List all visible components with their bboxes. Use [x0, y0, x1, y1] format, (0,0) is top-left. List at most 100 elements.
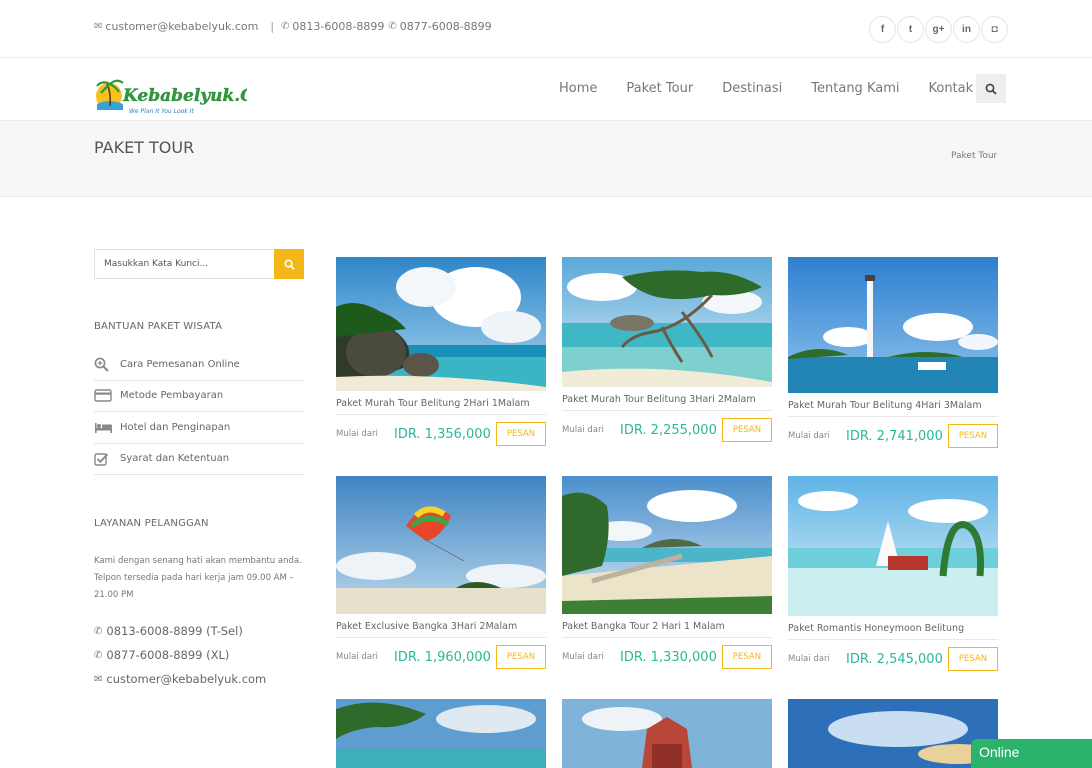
page-title-bar: PAKET TOUR Paket Tour: [0, 120, 1092, 197]
google-plus-icon[interactable]: g+: [925, 16, 952, 43]
package-image[interactable]: [788, 699, 998, 768]
pesan-button[interactable]: PESAN: [496, 645, 546, 669]
package-price: IDR. 2,255,000: [620, 422, 717, 438]
service-heading: LAYANAN PELANGGAN: [94, 518, 209, 529]
linkedin-icon[interactable]: in: [953, 16, 980, 43]
sidebar-search-input[interactable]: [94, 249, 274, 279]
nav-destinasi[interactable]: Destinasi: [722, 81, 782, 96]
help-list: Cara Pemesanan Online Metode Pembayaran …: [94, 349, 304, 475]
divider: |: [270, 20, 275, 33]
service-phone-2-text: 0877-6008-8899 (XL): [106, 648, 230, 662]
package-name[interactable]: Paket Murah Tour Belitung 2Hari 1Malam: [336, 398, 546, 415]
service-email[interactable]: ✉ customer@kebabelyuk.com: [94, 667, 266, 691]
top-contact: ✉ customer@kebabelyuk.com | ✆ 0813-6008-…: [94, 20, 496, 33]
sidebar-search: [94, 249, 304, 279]
package-price-row: Mulai dari IDR. 2,255,000 PESAN: [562, 411, 772, 449]
top-phone-1[interactable]: 0813-6008-8899: [292, 20, 384, 33]
service-phone-2[interactable]: ✆ 0877-6008-8899 (XL): [94, 643, 266, 667]
phone-icon: ✆: [281, 21, 290, 32]
pesan-button[interactable]: PESAN: [948, 647, 998, 671]
online-chat-tab[interactable]: Online: [971, 739, 1092, 768]
help-item-hotel[interactable]: Hotel dan Penginapan: [94, 412, 304, 444]
package-image[interactable]: [788, 476, 998, 616]
envelope-icon: ✉: [94, 673, 103, 685]
nav-tentang-kami[interactable]: Tentang Kami: [811, 81, 899, 96]
logo-text: Kebabelyuk.Com: [122, 86, 247, 106]
service-phone-1[interactable]: ✆ 0813-6008-8899 (T-Sel): [94, 619, 266, 643]
main-nav: Home Paket Tour Destinasi Tentang Kami K…: [559, 81, 973, 96]
package-image[interactable]: [562, 699, 772, 768]
logo[interactable]: Kebabelyuk.Com We Plan It You Look It: [95, 74, 247, 118]
package-name[interactable]: Paket Murah Tour Belitung 3Hari 2Malam: [562, 394, 772, 411]
search-icon: [284, 259, 295, 270]
package-price: IDR. 2,741,000: [846, 428, 943, 444]
package-name[interactable]: Paket Exclusive Bangka 3Hari 2Malam: [336, 621, 546, 638]
package-card[interactable]: Paket Murah Tour Belitung 4Hari 3Malam M…: [788, 257, 998, 455]
header-search-button[interactable]: [976, 74, 1006, 103]
pesan-button[interactable]: PESAN: [948, 424, 998, 448]
nav-home[interactable]: Home: [559, 81, 597, 96]
phone-icon: ✆: [388, 21, 397, 32]
package-image[interactable]: [562, 257, 772, 387]
price-from-label: Mulai dari: [562, 652, 604, 662]
package-price-row: Mulai dari IDR. 2,741,000 PESAN: [788, 417, 998, 455]
instagram-icon[interactable]: ◘: [981, 16, 1008, 43]
nav-kontak[interactable]: Kontak: [928, 81, 973, 96]
twitter-icon[interactable]: t: [897, 16, 924, 43]
package-price-row: Mulai dari IDR. 1,960,000 PESAN: [336, 638, 546, 676]
package-image[interactable]: [788, 257, 998, 393]
page-title: PAKET TOUR: [94, 138, 195, 157]
package-image[interactable]: [336, 257, 546, 391]
search-plus-icon: [94, 357, 114, 372]
facebook-icon[interactable]: f: [869, 16, 896, 43]
price-from-label: Mulai dari: [788, 654, 830, 664]
package-image[interactable]: [562, 476, 772, 614]
checkbox-icon: [94, 452, 114, 466]
price-from-label: Mulai dari: [562, 425, 604, 435]
package-name[interactable]: Paket Murah Tour Belitung 4Hari 3Malam: [788, 400, 998, 417]
help-item-metode-pembayaran[interactable]: Metode Pembayaran: [94, 381, 304, 412]
package-price: IDR. 1,330,000: [620, 649, 717, 665]
pesan-button[interactable]: PESAN: [722, 418, 772, 442]
package-price-row: Mulai dari IDR. 1,356,000 PESAN: [336, 415, 546, 453]
package-price-row: Mulai dari IDR. 2,545,000 PESAN: [788, 640, 998, 678]
service-phone-1-text: 0813-6008-8899 (T-Sel): [106, 624, 243, 638]
package-name[interactable]: Paket Romantis Honeymoon Belitung: [788, 623, 998, 640]
package-card[interactable]: Paket Exclusive Bangka 3Hari 2Malam Mula…: [336, 476, 546, 676]
package-name[interactable]: Paket Bangka Tour 2 Hari 1 Malam: [562, 621, 772, 638]
package-image[interactable]: [336, 476, 546, 614]
package-price: IDR. 2,545,000: [846, 651, 943, 667]
phone-icon: ✆: [94, 625, 103, 637]
help-item-label: Cara Pemesanan Online: [120, 358, 240, 370]
package-card[interactable]: Paket Murah Tour Belitung 3Hari 2Malam M…: [562, 257, 772, 449]
top-phone-2[interactable]: 0877-6008-8899: [400, 20, 492, 33]
help-item-label: Hotel dan Penginapan: [120, 421, 231, 433]
package-card[interactable]: Paket Romantis Honeymoon Belitung Mulai …: [788, 476, 998, 678]
help-heading: BANTUAN PAKET WISATA: [94, 321, 223, 332]
top-email[interactable]: customer@kebabelyuk.com: [105, 20, 258, 33]
package-card[interactable]: Paket Murah Tour Belitung 2Hari 1Malam M…: [336, 257, 546, 453]
service-contacts: ✆ 0813-6008-8899 (T-Sel) ✆ 0877-6008-8899 …: [94, 619, 266, 691]
price-from-label: Mulai dari: [336, 652, 378, 662]
service-email-text: customer@kebabelyuk.com: [106, 672, 267, 686]
help-item-cara-pemesanan[interactable]: Cara Pemesanan Online: [94, 349, 304, 381]
credit-card-icon: [94, 389, 114, 402]
package-card[interactable]: Paket Bangka Tour 2 Hari 1 Malam Mulai d…: [562, 476, 772, 676]
breadcrumb[interactable]: Paket Tour: [951, 151, 997, 161]
phone-icon: ✆: [94, 649, 103, 661]
nav-paket-tour[interactable]: Paket Tour: [626, 81, 693, 96]
package-price: IDR. 1,356,000: [394, 426, 491, 442]
package-image[interactable]: [336, 699, 546, 768]
package-price-row: Mulai dari IDR. 1,330,000 PESAN: [562, 638, 772, 676]
sidebar-search-button[interactable]: [274, 249, 304, 279]
pesan-button[interactable]: PESAN: [496, 422, 546, 446]
bed-icon: [94, 421, 114, 434]
logo-tagline: We Plan It You Look It: [129, 108, 194, 115]
help-item-label: Syarat dan Ketentuan: [120, 453, 230, 465]
pesan-button[interactable]: PESAN: [722, 645, 772, 669]
price-from-label: Mulai dari: [788, 431, 830, 441]
package-price: IDR. 1,960,000: [394, 649, 491, 665]
help-item-syarat[interactable]: Syarat dan Ketentuan: [94, 444, 304, 475]
top-bar: ✉ customer@kebabelyuk.com | ✆ 0813-6008-…: [0, 0, 1092, 58]
social-links: f t g+ in ◘: [869, 16, 1008, 43]
